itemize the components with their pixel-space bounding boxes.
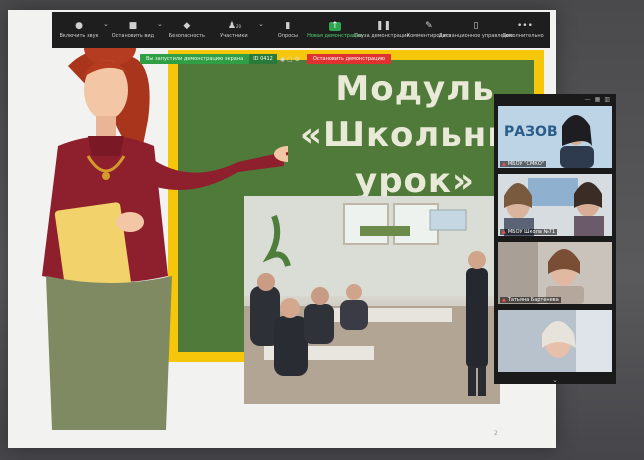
participant-name: ▲ Татьяна Бартенева (500, 297, 561, 303)
chevron-down-icon[interactable]: ⌄ (258, 20, 264, 28)
security-label: Безопасность (168, 32, 205, 39)
participants-video-panel: — ▦ ▥ РАЗОВ ▲ МБОУ "СМКО" ▲ МБОУ Школа №71 (494, 94, 616, 384)
stop-share-button[interactable]: Остановить демонстрацию (306, 54, 391, 64)
pause-share-button[interactable]: ❚❚ Пауза демонстрации (354, 12, 410, 48)
security-button[interactable]: ◆ Безопасность (164, 12, 210, 48)
gallery-icon[interactable]: ▥ (604, 96, 610, 103)
share-mini-icons[interactable]: ◉ ▢ ⚙ (277, 56, 303, 63)
slide-page-number: 2 (494, 430, 498, 437)
participant-tile[interactable]: ▲ МБОУ Школа №71 (498, 174, 612, 236)
more-label: Дополнительно (502, 32, 544, 39)
unmute-label: Включить звук (59, 32, 99, 39)
participant-video (498, 242, 612, 304)
unmute-button[interactable]: ● Включить звук (56, 12, 102, 48)
meeting-toolbar: ● Включить звук ⌄ ■ Остановить вид ⌄ ◆ Б… (52, 12, 550, 48)
participant-tile[interactable]: ▲ Татьяна Бартенева (498, 242, 612, 304)
stop-video-label: Остановить вид (111, 32, 155, 39)
participant-video (498, 310, 612, 372)
teacher-illustration (42, 30, 288, 430)
participants-icon: ♟20 (227, 20, 242, 31)
share-icon: ↑ (328, 21, 341, 31)
shield-icon: ◆ (183, 20, 191, 31)
stop-video-button[interactable]: ■ Остановить вид (110, 12, 156, 48)
participant-tile[interactable]: РАЗОВ ▲ МБОУ "СМКО" (498, 106, 612, 168)
participant-name: ▲ МБОУ "СМКО" (500, 161, 547, 167)
muted-mic-icon: ▲ (502, 229, 506, 235)
participants-button[interactable]: ♟20 Участники (211, 12, 257, 48)
chevron-down-icon[interactable]: ⌄ (494, 376, 616, 384)
participant-name: ▲ МБОУ Школа №71 (500, 229, 558, 235)
polls-label: Опросы (277, 32, 298, 39)
chevron-down-icon[interactable]: ⌄ (157, 20, 163, 28)
more-icon: ••• (517, 20, 533, 31)
video-icon: ■ (128, 20, 138, 31)
more-button[interactable]: ••• Дополнительно (500, 12, 546, 48)
pencil-icon: ✎ (425, 20, 433, 31)
participant-tile[interactable] (498, 310, 612, 372)
participants-label: Участники (220, 32, 248, 39)
participant-video (498, 174, 612, 236)
chevron-down-icon[interactable]: ⌄ (103, 20, 109, 28)
share-status-text: Вы запустили демонстрацию экрана (146, 56, 244, 62)
meeting-id: ID 0412 (249, 54, 277, 64)
participant-video: РАЗОВ (498, 106, 612, 168)
svg-text:РАЗОВ: РАЗОВ (504, 124, 558, 140)
muted-mic-icon: ▲ (502, 297, 506, 303)
annotate-button[interactable]: ✎ Комментировать (406, 12, 452, 48)
remote-control-icon: ▯ (473, 20, 479, 31)
pause-share-label: Пауза демонстрации (354, 32, 410, 39)
grid-view-icon[interactable]: ▦ (595, 96, 601, 103)
pause-icon: ❚❚ (375, 20, 391, 31)
mic-icon: ● (75, 20, 83, 31)
remote-control-button[interactable]: ▯ Дистанционное управление (439, 12, 513, 48)
panel-controls: — ▦ ▥ (494, 94, 616, 104)
new-share-button[interactable]: ↑ Новая демонстрация (307, 12, 363, 48)
polls-icon: ▮ (285, 20, 291, 31)
share-status: Вы запустили демонстрацию экрана (140, 54, 250, 64)
stop-share-label: Остановить демонстрацию (312, 56, 385, 62)
share-status-bar: Вы запустили демонстрацию экрана ID 0412… (140, 54, 391, 64)
minimize-icon[interactable]: — (585, 96, 591, 103)
polls-button[interactable]: ▮ Опросы (265, 12, 311, 48)
muted-mic-icon: ▲ (502, 161, 506, 167)
